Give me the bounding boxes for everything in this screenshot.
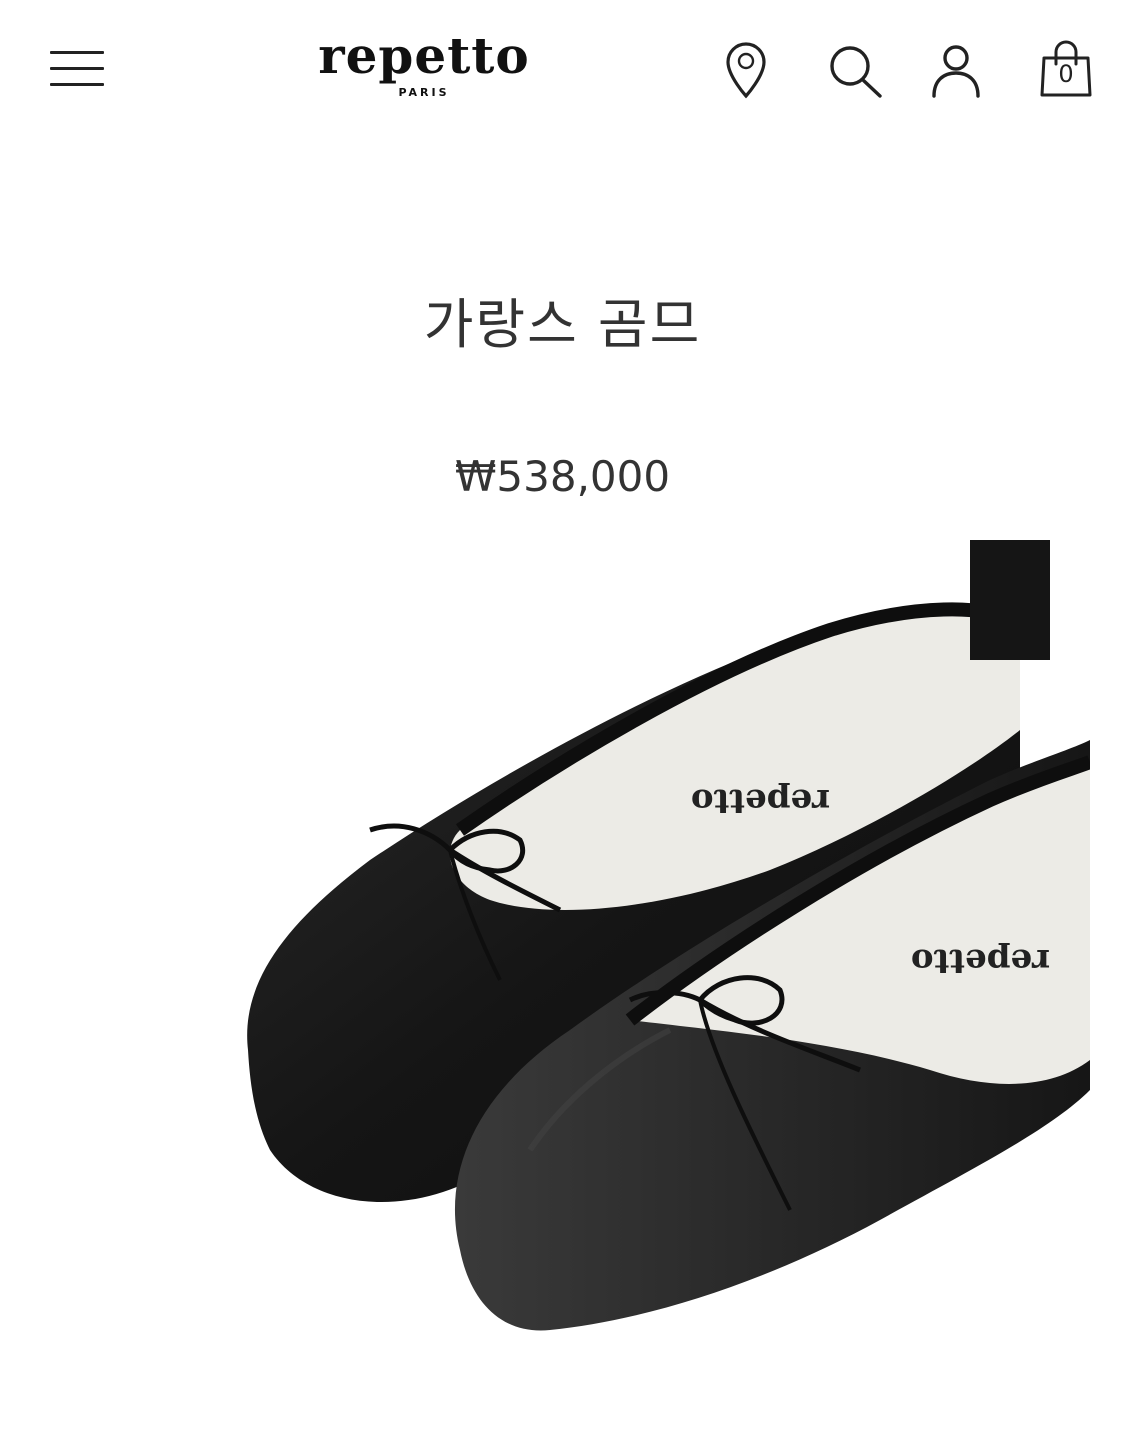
- brand-logo-subtitle: PARIS: [398, 86, 450, 99]
- cart-count-badge: 0: [1058, 60, 1074, 88]
- site-header: repetto PARIS 0: [0, 0, 1125, 140]
- product-image[interactable]: repetto repetto: [230, 530, 1090, 1390]
- svg-text:repetto: repetto: [911, 941, 1050, 981]
- menu-bar-bottom: [50, 83, 104, 86]
- menu-bar-middle: [50, 67, 104, 70]
- brand-logo-wordmark: repetto: [318, 26, 530, 85]
- product-price: ₩538,000: [454, 452, 671, 501]
- search-icon[interactable]: [824, 38, 884, 100]
- product-title: 가랑스 곰므: [423, 293, 702, 356]
- brand-logo[interactable]: repetto PARIS: [304, 26, 544, 112]
- location-pin-icon[interactable]: [716, 38, 776, 100]
- ballet-flats-illustration: repetto repetto: [247, 540, 1090, 1331]
- menu-bar-top: [50, 51, 104, 54]
- hamburger-menu-icon[interactable]: [50, 48, 106, 90]
- svg-text:repetto: repetto: [691, 781, 830, 821]
- shopping-bag-icon[interactable]: 0: [1036, 38, 1096, 100]
- user-icon[interactable]: [926, 38, 986, 100]
- product-page: repetto PARIS 0 가랑스 곰므 ₩538,000 repetto …: [0, 0, 1125, 1453]
